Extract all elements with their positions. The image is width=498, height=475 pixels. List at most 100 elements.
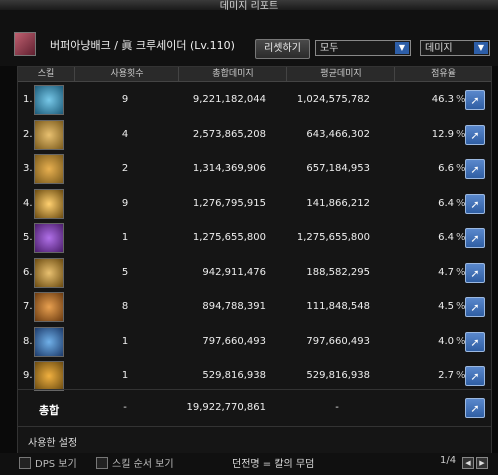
- share-button[interactable]: ➚: [465, 331, 485, 352]
- dps-checkbox[interactable]: [19, 457, 31, 469]
- total-label: 총합: [39, 404, 60, 417]
- row-total-damage: 2,573,865,208: [192, 128, 266, 140]
- filter-value: 모두: [320, 43, 339, 54]
- table-row: 2. 4 2,573,865,208 643,466,302 12.9 % ➚: [18, 117, 491, 154]
- row-total-damage: 1,314,369,906: [192, 163, 266, 174]
- table-header: 스킬 사용횟수 총합데미지 평균데미지 점유율: [18, 67, 491, 82]
- chevron-down-icon: ▼: [474, 42, 488, 54]
- row-avg-damage: 797,660,493: [306, 335, 370, 347]
- table-row: 7. 8 894,788,391 111,848,548 4.5 % ➚: [18, 289, 491, 326]
- row-uses: 5: [121, 266, 129, 278]
- row-share: 4.0: [438, 335, 454, 347]
- skill-icon-1: [34, 85, 64, 115]
- row-avg-damage: 188,582,295: [306, 266, 370, 278]
- row-total-damage: 529,816,938: [202, 370, 266, 381]
- metric-value: 데미지: [425, 43, 453, 54]
- row-rank: 8.: [23, 335, 33, 347]
- row-avg-damage: 1,275,655,800: [296, 232, 370, 243]
- row-rank: 9.: [23, 370, 33, 381]
- column-header-total: 총합데미지: [178, 67, 287, 81]
- total-uses: -: [123, 402, 127, 413]
- row-uses: 9: [121, 94, 129, 105]
- row-share: 12.9: [431, 128, 454, 140]
- reset-button[interactable]: 리셋하기: [255, 39, 310, 59]
- share-button[interactable]: ➚: [465, 366, 485, 386]
- dps-label: DPS 보기: [35, 459, 77, 470]
- table-row: 8. 1 797,660,493 797,660,493 4.0 % ➚: [18, 324, 491, 361]
- row-uses: 1: [121, 370, 129, 381]
- share-button[interactable]: ➚: [465, 159, 485, 179]
- share-button[interactable]: ➚: [465, 297, 485, 317]
- column-header-share: 점유율: [394, 67, 492, 81]
- row-uses: 9: [121, 197, 129, 209]
- skill-order-checkbox[interactable]: [96, 457, 108, 469]
- row-rank: 7.: [23, 301, 33, 312]
- table-row: 1. 9 9,221,182,044 1,024,575,782 46.3 % …: [18, 82, 491, 119]
- row-total-damage: 9,221,182,044: [192, 94, 266, 105]
- row-share: 6.6: [438, 163, 454, 174]
- row-avg-damage: 643,466,302: [306, 128, 370, 140]
- filter-select[interactable]: 모두 ▼: [315, 40, 411, 56]
- skill-icon-3: [34, 154, 64, 184]
- row-avg-damage: 141,866,212: [306, 197, 370, 209]
- avatar: [14, 32, 36, 56]
- metric-select[interactable]: 데미지 ▼: [420, 40, 490, 56]
- row-rank: 2.: [23, 128, 33, 140]
- column-header-skill: 스킬: [37, 69, 55, 79]
- column-header-avg: 평균데미지: [286, 67, 395, 81]
- share-button[interactable]: ➚: [465, 124, 485, 145]
- row-share: 4.5: [438, 301, 454, 312]
- share-button[interactable]: ➚: [465, 193, 485, 214]
- table-row: 3. 2 1,314,369,906 657,184,953 6.6 % ➚: [18, 151, 491, 188]
- table-row: 6. 5 942,911,476 188,582,295 4.7 % ➚: [18, 255, 491, 292]
- damage-table: 스킬 사용횟수 총합데미지 평균데미지 점유율 1. 9 9,221,182,0…: [17, 66, 492, 455]
- total-damage: 19,922,770,861: [186, 402, 266, 413]
- settings-label: 사용한 설정: [28, 438, 78, 449]
- row-total-damage: 894,788,391: [202, 301, 266, 312]
- skill-icon-2: [34, 119, 64, 150]
- row-uses: 1: [121, 232, 129, 243]
- row-avg-damage: 1,024,575,782: [296, 94, 370, 105]
- footer: DPS 보기 스킬 순서 보기 던전명 = 칼의 무덤 1/4 ◀ ▶: [0, 453, 498, 475]
- share-button[interactable]: ➚: [465, 398, 485, 418]
- row-rank: 4.: [23, 197, 33, 209]
- skill-icon-5: [34, 223, 64, 253]
- share-button[interactable]: ➚: [465, 228, 485, 248]
- total-row: 총합 - 19,922,770,861 - ➚: [18, 389, 491, 427]
- table-row: 5. 1 1,275,655,800 1,275,655,800 6.4 % ➚: [18, 220, 491, 257]
- row-total-damage: 1,275,655,800: [192, 232, 266, 243]
- row-rank: 5.: [23, 232, 33, 243]
- row-avg-damage: 529,816,938: [306, 370, 370, 381]
- row-total-damage: 1,276,795,915: [192, 197, 266, 209]
- row-rank: 1.: [23, 94, 33, 105]
- skill-icon-8: [34, 326, 64, 357]
- row-share: 46.3: [431, 94, 454, 105]
- row-avg-damage: 111,848,548: [306, 301, 370, 312]
- row-avg-damage: 657,184,953: [306, 163, 370, 174]
- player-info: 버퍼아냥배크 / 眞 크루세이더 (Lv.110): [50, 39, 235, 52]
- total-avg: -: [335, 402, 339, 413]
- row-rank: 3.: [23, 163, 33, 174]
- skill-icon-7: [34, 292, 64, 322]
- share-button[interactable]: ➚: [465, 90, 485, 110]
- row-share: 6.4: [438, 197, 454, 209]
- dungeon-name: 던전명 = 칼의 무덤: [232, 459, 315, 470]
- row-uses: 1: [121, 335, 129, 347]
- settings-tab[interactable]: 사용한 설정: [18, 426, 491, 455]
- row-share: 4.7: [438, 266, 454, 278]
- row-rank: 6.: [23, 266, 33, 278]
- chevron-down-icon: ▼: [395, 42, 409, 54]
- row-uses: 2: [121, 163, 129, 174]
- page-indicator: 1/4: [440, 455, 457, 466]
- skill-order-label: 스킬 순서 보기: [112, 459, 174, 470]
- report-header: 버퍼아냥배크 / 眞 크루세이더 (Lv.110) 리셋하기 모두 ▼ 데미지 …: [0, 10, 498, 66]
- next-page-button[interactable]: ▶: [476, 457, 488, 469]
- skill-icon-4: [34, 188, 64, 219]
- row-uses: 8: [121, 301, 129, 312]
- skill-icon-9: [34, 361, 64, 391]
- row-share: 2.7: [438, 370, 454, 381]
- row-total-damage: 797,660,493: [202, 335, 266, 347]
- prev-page-button[interactable]: ◀: [462, 457, 474, 469]
- share-button[interactable]: ➚: [465, 262, 485, 283]
- column-header-uses: 사용횟수: [74, 67, 179, 81]
